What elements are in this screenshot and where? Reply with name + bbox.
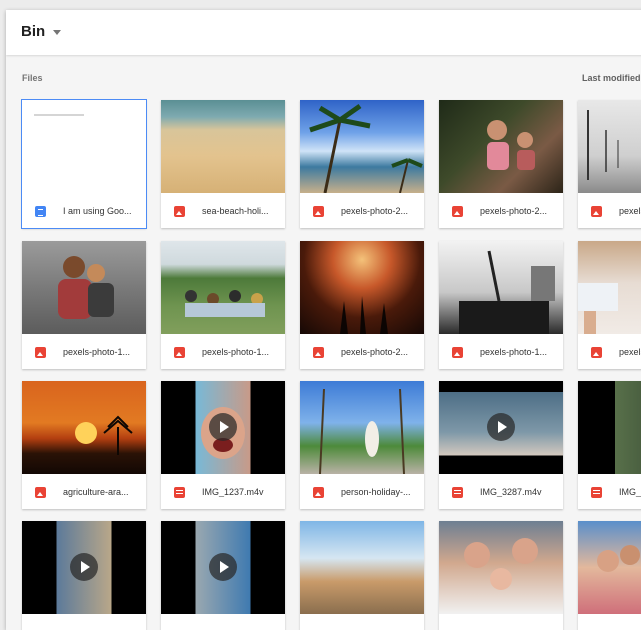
file-thumbnail: [300, 381, 424, 474]
file-card[interactable]: pexels-photo-1...: [22, 241, 146, 369]
files-section-label: Files: [22, 73, 43, 83]
file-card[interactable]: [300, 521, 424, 630]
file-card[interactable]: pexels-photo-1...: [161, 241, 285, 369]
file-thumbnail: [578, 521, 641, 614]
play-icon: [70, 553, 98, 581]
image-icon: [174, 347, 185, 358]
file-name: pexels-photo-1...: [480, 347, 548, 357]
file-thumbnail: [300, 241, 424, 334]
file-thumbnail: [439, 241, 563, 334]
file-name: pexels-photo-2...: [341, 347, 409, 357]
file-thumbnail: [439, 100, 563, 193]
file-thumbnail: [22, 381, 146, 474]
file-thumbnail: [300, 100, 424, 193]
play-icon: [487, 413, 515, 441]
file-name: pexels-photo-...: [619, 206, 641, 216]
image-icon: [313, 347, 324, 358]
image-icon: [591, 206, 602, 217]
guitar-crowd-graphic: [459, 250, 555, 334]
top-bar: Bin: [6, 10, 641, 55]
file-name: IMG_1237.m4v: [202, 487, 264, 497]
file-thumbnail: [161, 100, 285, 193]
file-name: pexels-photo-...: [619, 347, 641, 357]
family-graphic: [464, 538, 538, 590]
doc-icon: [35, 206, 46, 217]
file-card[interactable]: [22, 521, 146, 630]
palm-avenue-graphic: [319, 388, 405, 474]
file-card[interactable]: IMG_1237.m4v: [161, 381, 285, 509]
image-icon: [452, 347, 463, 358]
file-thumbnail: [439, 521, 563, 614]
bin-title-dropdown[interactable]: Bin: [21, 23, 62, 40]
image-icon: [452, 206, 463, 217]
page-title: Bin: [21, 23, 46, 40]
file-name: person-holiday-...: [341, 487, 411, 497]
file-card[interactable]: pexels-photo-...: [578, 100, 641, 228]
file-card[interactable]: agriculture-ara...: [22, 381, 146, 509]
file-card[interactable]: pexels-photo-1...: [439, 241, 563, 369]
festival-crowd-graphic: [185, 290, 265, 317]
file-thumbnail: [22, 241, 146, 334]
file-card[interactable]: [578, 521, 641, 630]
file-card[interactable]: [439, 521, 563, 630]
video-icon: [174, 487, 185, 498]
chevron-down-icon: [53, 30, 62, 35]
file-name: pexels-photo-1...: [202, 347, 270, 357]
play-icon: [209, 413, 237, 441]
file-thumbnail: [578, 241, 641, 334]
pier-lamps-graphic: [587, 110, 619, 180]
file-name: agriculture-ara...: [63, 487, 129, 497]
file-card[interactable]: person-holiday-...: [300, 381, 424, 509]
file-card[interactable]: IMG_...: [578, 381, 641, 509]
file-card[interactable]: pexels-photo-2...: [300, 241, 424, 369]
person-legs-graphic: [578, 283, 618, 334]
file-thumbnail: [578, 100, 641, 193]
children-graphic: [487, 120, 535, 170]
file-card[interactable]: pexels-photo-...: [578, 241, 641, 369]
palm-tree-graphic: [309, 103, 423, 193]
file-name: pexels-photo-2...: [341, 206, 409, 216]
file-thumbnail: [300, 521, 424, 614]
file-name: sea-beach-holi...: [202, 206, 269, 216]
image-icon: [35, 347, 46, 358]
image-icon: [591, 347, 602, 358]
file-card[interactable]: pexels-photo-2...: [300, 100, 424, 228]
image-icon: [174, 206, 185, 217]
file-thumbnail: [578, 381, 641, 474]
image-icon: [313, 487, 324, 498]
concert-hands-graphic: [340, 296, 388, 334]
video-icon: [591, 487, 602, 498]
bin-panel: Bin Files Last modified I am using Goo..…: [6, 10, 641, 630]
file-name: pexels-photo-2...: [480, 206, 548, 216]
image-icon: [313, 206, 324, 217]
file-card[interactable]: IMG_3287.m4v: [439, 381, 563, 509]
sort-last-modified[interactable]: Last modified: [582, 73, 641, 83]
file-name: IMG_3287.m4v: [480, 487, 542, 497]
doc-preview-line: [34, 114, 84, 116]
family-beach-graphic: [597, 545, 640, 572]
sunset-graphic: [75, 415, 133, 455]
video-icon: [452, 487, 463, 498]
file-card[interactable]: pexels-photo-2...: [439, 100, 563, 228]
file-card[interactable]: [161, 521, 285, 630]
couple-graphic: [58, 256, 114, 319]
file-name: I am using Goo...: [63, 206, 132, 216]
image-icon: [35, 487, 46, 498]
file-name: IMG_...: [619, 487, 641, 497]
file-thumbnail: [22, 100, 146, 193]
file-name: pexels-photo-1...: [63, 347, 131, 357]
file-card[interactable]: I am using Goo...: [21, 99, 147, 229]
file-thumbnail: [161, 241, 285, 334]
play-icon: [209, 553, 237, 581]
file-card[interactable]: sea-beach-holi...: [161, 100, 285, 228]
